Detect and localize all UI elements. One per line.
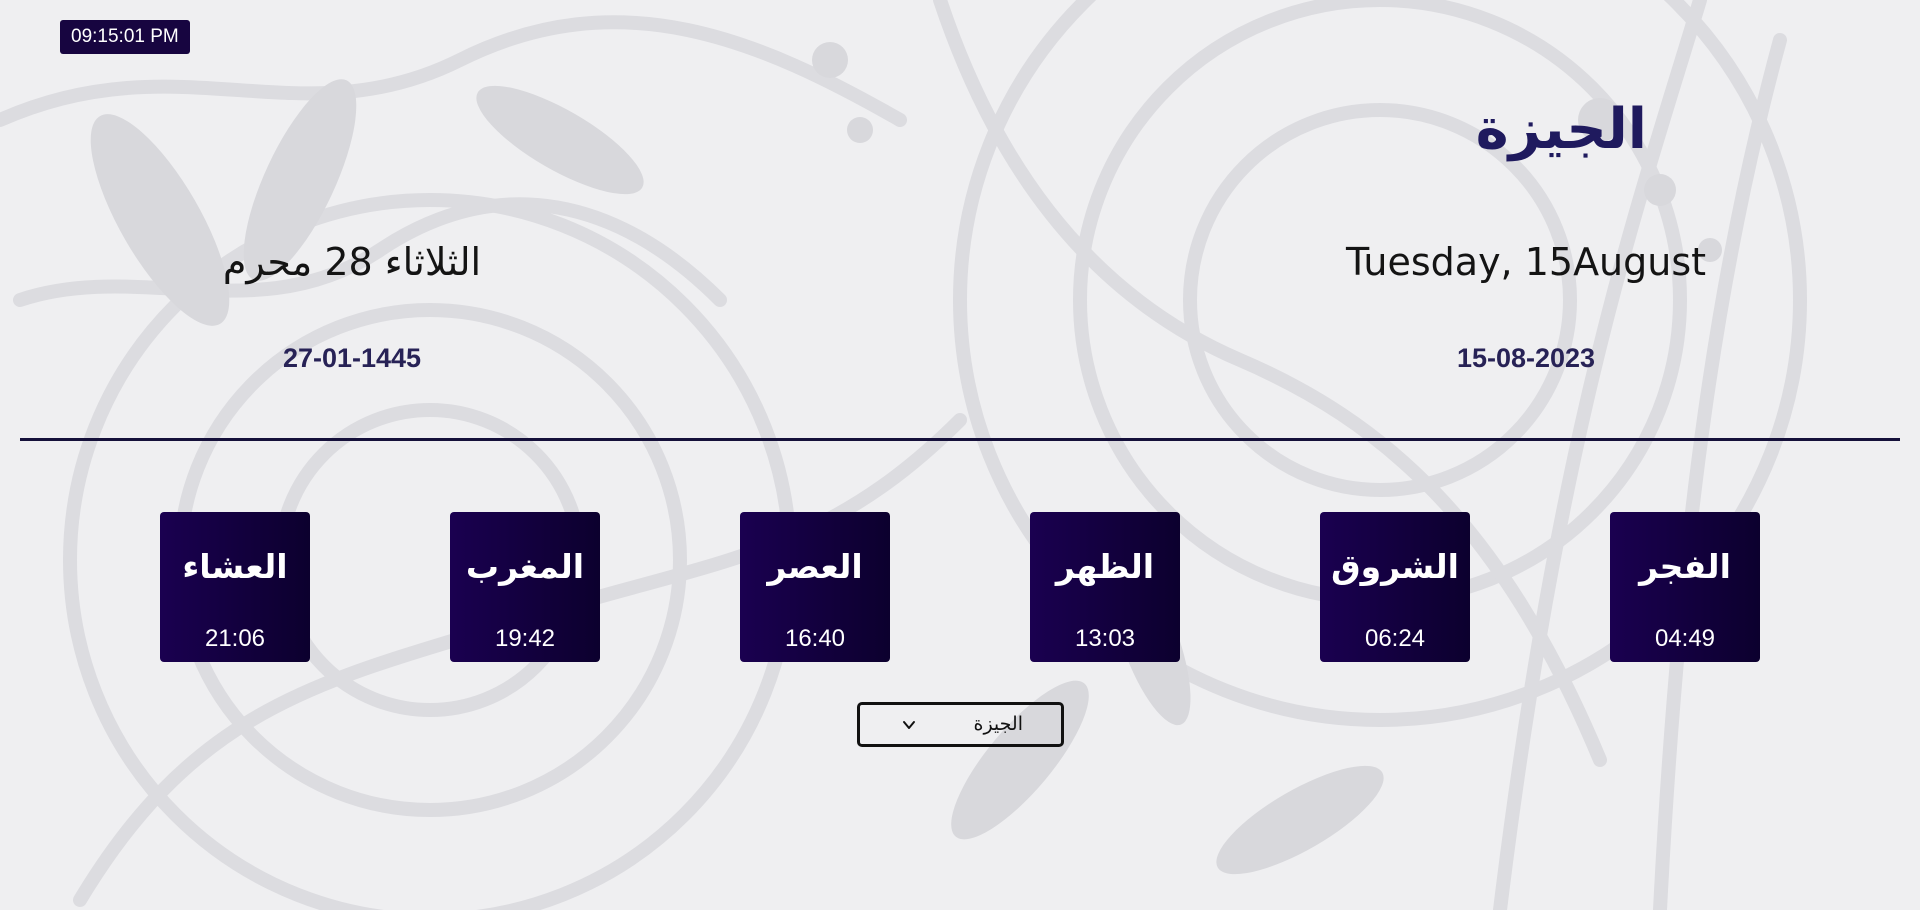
prayer-card-sunrise: الشروق 06:24 — [1320, 512, 1470, 662]
prayer-time: 19:42 — [494, 625, 556, 652]
hijri-date-numeric: 27-01-1445 — [282, 343, 422, 373]
prayer-name: الفجر — [1639, 547, 1731, 586]
current-time: 09:15:01 PM — [60, 20, 190, 54]
divider — [20, 438, 1900, 441]
prayer-name: العصر — [767, 547, 863, 586]
prayer-time: 04:49 — [1654, 625, 1716, 652]
gregorian-date-numeric: 15-08-2023 — [1456, 343, 1596, 373]
prayer-name: الشروق — [1331, 547, 1459, 586]
city-title: الجيزة — [1475, 97, 1647, 162]
prayer-card-asr: العصر 16:40 — [740, 512, 890, 662]
city-select[interactable]: الجيزة — [857, 702, 1064, 747]
gregorian-date: Tuesday, 15August — [1345, 240, 1707, 284]
chevron-down-icon — [903, 721, 915, 729]
prayer-card-maghrib: المغرب 19:42 — [450, 512, 600, 662]
prayer-time: 06:24 — [1364, 625, 1426, 652]
prayer-time: 21:06 — [204, 625, 266, 652]
prayer-time: 13:03 — [1074, 625, 1136, 652]
prayer-name: الظهر — [1055, 547, 1155, 586]
prayer-name: المغرب — [465, 547, 585, 586]
prayer-name: العشاء — [182, 547, 288, 586]
prayer-card-fajr: الفجر 04:49 — [1610, 512, 1760, 662]
city-select-value: الجيزة — [973, 713, 1023, 735]
prayer-card-isha: العشاء 21:06 — [160, 512, 310, 662]
prayer-card-dhuhr: الظهر 13:03 — [1030, 512, 1180, 662]
prayer-time: 16:40 — [784, 625, 846, 652]
hijri-date: الثلاثاء 28 محرم — [222, 240, 482, 284]
